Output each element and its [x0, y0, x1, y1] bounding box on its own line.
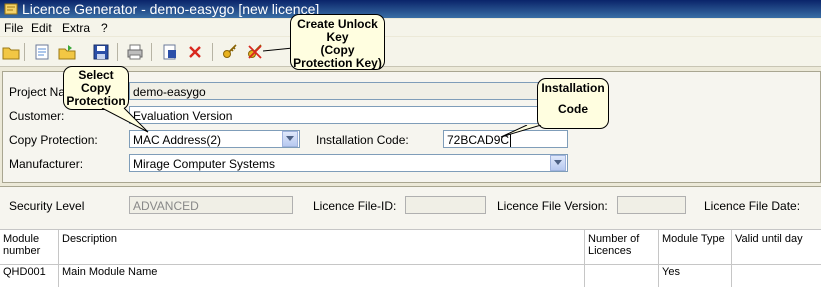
project-name-field[interactable]: demo-easygo: [129, 82, 568, 100]
column-header-number-of-licences[interactable]: Number of Licences: [585, 230, 658, 264]
callout-pointer: [101, 108, 149, 133]
callout-create-unlock-key: Create Unlock Key (Copy Protection Key): [290, 14, 385, 70]
menu-help[interactable]: ?: [101, 21, 108, 35]
module-type-cell: Yes: [662, 266, 680, 278]
column-header-valid-until-day[interactable]: Valid until day: [732, 230, 821, 264]
new-document-icon[interactable]: [33, 43, 51, 61]
menu-edit[interactable]: Edit: [31, 21, 52, 35]
print-icon[interactable]: [126, 43, 144, 61]
callout-pointer: [263, 47, 293, 52]
security-level-label: Security Level: [9, 199, 85, 213]
chevron-down-icon[interactable]: [550, 155, 566, 171]
save-icon[interactable]: [92, 43, 110, 61]
manufacturer-label: Manufacturer:: [9, 157, 84, 171]
column-header-module-type[interactable]: Module Type: [659, 230, 731, 264]
menu-file[interactable]: File: [4, 21, 23, 35]
manufacturer-dropdown[interactable]: Mirage Computer Systems: [129, 154, 568, 172]
chevron-down-icon[interactable]: [282, 131, 298, 147]
licence-file-date-label: Licence File Date:: [704, 199, 801, 213]
title-bar: Licence Generator - demo-easygo [new lic…: [0, 0, 821, 18]
licence-file-id-field: [405, 196, 486, 214]
installation-code-label: Installation Code:: [316, 133, 409, 147]
open-file-icon[interactable]: [58, 43, 76, 61]
preview-icon[interactable]: [161, 43, 179, 61]
module-number-cell: QHD001: [3, 266, 46, 278]
manufacturer-value: Mirage Computer Systems: [133, 157, 276, 171]
open-folder-icon[interactable]: [2, 43, 20, 61]
licence-file-id-label: Licence File-ID:: [313, 199, 397, 213]
menu-extra[interactable]: Extra: [62, 21, 90, 35]
menu-bar: File Edit Extra ?: [0, 19, 821, 36]
column-header-description[interactable]: Description: [59, 230, 584, 264]
column-header-module-number[interactable]: Module number: [0, 230, 58, 264]
remove-key-icon[interactable]: [246, 43, 264, 61]
security-level-field: ADVANCED: [129, 196, 293, 214]
licence-file-version-label: Licence File Version:: [497, 199, 608, 213]
callout-pointer: [500, 125, 542, 138]
window-title: Licence Generator - demo-easygo [new lic…: [22, 1, 320, 17]
copy-protection-label: Copy Protection:: [9, 133, 98, 147]
licence-file-version-field: [617, 196, 686, 214]
customer-label: Customer:: [9, 109, 65, 123]
delete-icon[interactable]: [186, 43, 204, 61]
app-icon: [4, 3, 18, 15]
callout-installation-code: Installation Code: [537, 78, 609, 129]
create-unlock-key-icon[interactable]: [221, 43, 239, 61]
customer-field[interactable]: Evaluation Version: [129, 106, 568, 124]
description-cell: Main Module Name: [62, 266, 158, 278]
toolbar: [0, 37, 821, 67]
callout-select-copy-protection: Select Copy Protection: [63, 66, 129, 110]
